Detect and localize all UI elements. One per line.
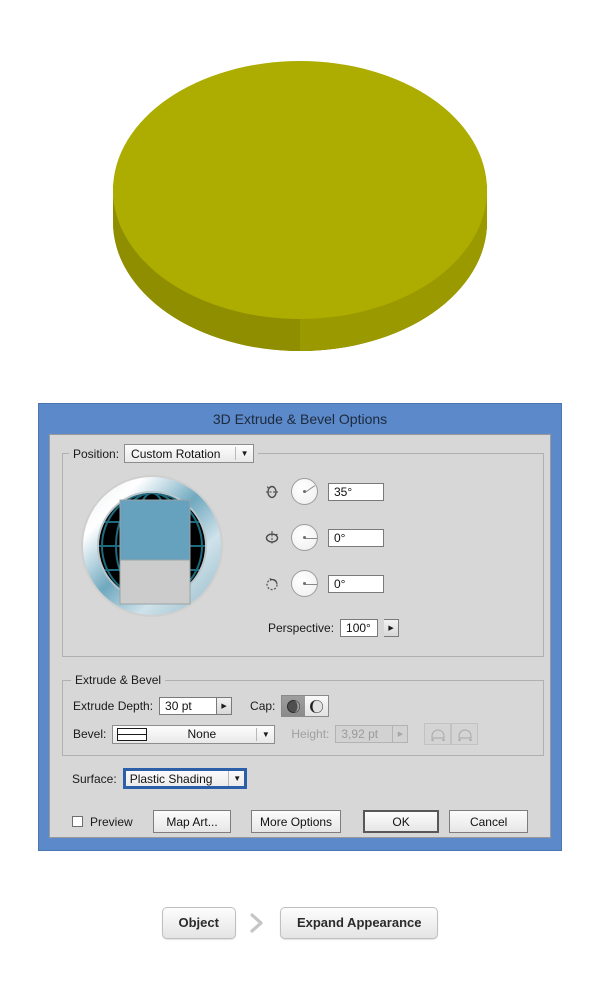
rotation-y-input[interactable]: 0° (328, 528, 384, 547)
preview-toggle[interactable]: Preview (72, 815, 133, 829)
dialog-footer: Preview Map Art... More Options OK Cance… (72, 810, 528, 833)
more-options-button[interactable]: More Options (251, 810, 341, 833)
bevel-label: Bevel: (73, 727, 107, 741)
extrude-depth-stepper[interactable]: ▶ (217, 697, 233, 715)
breadcrumb-step-object[interactable]: Object (161, 906, 236, 939)
extrude-depth-input[interactable]: 30 pt (159, 697, 218, 715)
surface-dropdown[interactable]: Plastic Shading ▼ (122, 768, 247, 789)
position-legend: Position: Custom Rotation ▼ (69, 444, 259, 463)
position-dropdown-value: Custom Rotation (131, 446, 221, 461)
rotation-dial-z[interactable] (291, 570, 318, 597)
dial-needle (304, 537, 317, 539)
cancel-button[interactable]: Cancel (449, 810, 528, 833)
map-art-button[interactable]: Map Art... (152, 810, 232, 833)
ellipse-top-face (113, 61, 487, 319)
perspective-stepper[interactable]: ▶ (384, 619, 400, 637)
rotation-dial-y[interactable] (291, 524, 318, 551)
rotation-rows: 35° 0° 0° (263, 478, 384, 597)
rotation-dial-x[interactable] (291, 478, 318, 505)
bevel-none-icon (113, 726, 148, 743)
position-fieldset: Position: Custom Rotation ▼ 35° 0° 0° Pe… (62, 444, 544, 657)
bevel-height-stepper: ▶ (393, 725, 409, 743)
dialog-titlebar: 3D Extrude & Bevel Options (39, 404, 561, 434)
breadcrumb-step-expand-appearance[interactable]: Expand Appearance (279, 906, 439, 939)
cap-toggle-group (281, 695, 330, 717)
dial-hub (303, 582, 306, 585)
bevel-height-label: Height: (291, 727, 330, 741)
rotate-y-axis-icon (265, 530, 279, 545)
cap-solid-icon[interactable] (282, 696, 306, 716)
rotation-row-y: 0° (263, 524, 384, 551)
dialog-body: Position: Custom Rotation ▼ 35° 0° 0° Pe… (49, 434, 551, 838)
chevron-down-icon: ▼ (240, 449, 249, 458)
extrude-bevel-fieldset: Extrude & Bevel Extrude Depth: 30 pt ▶ C… (62, 673, 544, 756)
surface-dropdown-value: Plastic Shading (129, 771, 213, 786)
bevel-height-input: 3,92 pt (335, 725, 394, 743)
chevron-down-icon: ▼ (233, 774, 242, 783)
dial-needle (304, 583, 317, 585)
bevel-dropdown-value: None (187, 727, 217, 741)
preview-checkbox[interactable] (72, 816, 83, 827)
surface-row: Surface: Plastic Shading ▼ (72, 768, 247, 789)
cap-hollow-icon[interactable] (305, 696, 329, 716)
extrude-depth-row: Extrude Depth: 30 pt ▶ Cap: (73, 695, 330, 717)
rotate-x-axis-icon (266, 485, 278, 498)
rotate-z-axis-icon (266, 577, 278, 590)
chevron-down-icon: ▼ (261, 729, 270, 739)
bevel-extent-in-icon (451, 723, 479, 745)
extrude-depth-label: Extrude Depth: (73, 699, 154, 713)
rotation-z-input[interactable]: 0° (328, 574, 384, 593)
extrude-bevel-legend: Extrude & Bevel (71, 673, 166, 687)
breadcrumb: Object Expand Appearance (0, 895, 600, 950)
rotation-row-z: 0° (263, 570, 384, 597)
rotation-row-x: 35° (263, 478, 384, 505)
dial-hub (303, 490, 306, 493)
rotation-x-input[interactable]: 35° (328, 482, 384, 501)
perspective-label: Perspective: (268, 621, 335, 635)
artwork-canvas (113, 61, 487, 351)
position-dropdown[interactable]: Custom Rotation ▼ (124, 444, 255, 463)
rotation-trackball[interactable] (78, 472, 226, 620)
ok-button[interactable]: OK (362, 810, 440, 833)
cap-label: Cap: (250, 699, 276, 713)
dialog-title: 3D Extrude & Bevel Options (212, 411, 388, 427)
bevel-row: Bevel: None ▼ Height: 3,92 pt ▶ (73, 723, 479, 745)
bevel-dropdown[interactable]: None ▼ (112, 724, 276, 744)
perspective-input[interactable]: 100° (340, 619, 379, 637)
perspective-row: Perspective: 100° ▶ (268, 619, 400, 637)
surface-label: Surface: (72, 771, 117, 786)
preview-label: Preview (90, 814, 133, 829)
extrude-bevel-dialog: 3D Extrude & Bevel Options Position: Cus… (38, 403, 562, 851)
bevel-extent-out-icon (424, 723, 452, 745)
chevron-right-icon (248, 912, 268, 934)
position-label: Position: (73, 446, 120, 461)
trackball-cube-face (119, 499, 191, 605)
dial-hub (303, 536, 306, 539)
